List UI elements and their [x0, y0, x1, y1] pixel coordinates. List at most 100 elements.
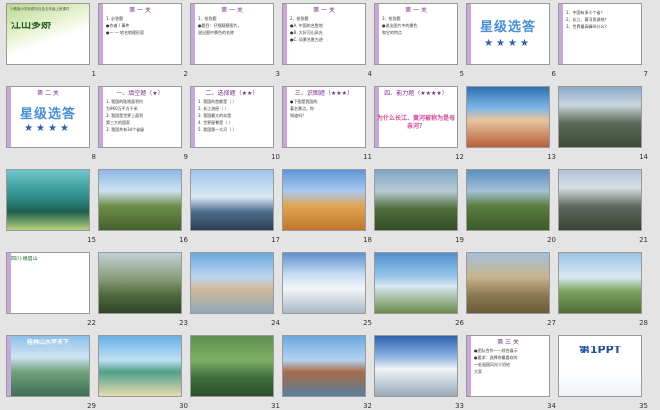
- slide-text-line: 说出图中景色的名称: [198, 30, 234, 35]
- slide-thumbnail-7[interactable]: 1、中国有多少个省？ 2、长江、黄河发源地？ 3、世界最高峰叫什么？: [558, 3, 642, 65]
- slide-number: 18: [363, 236, 372, 244]
- slide-text-line: ●要求：选择你最喜欢的: [474, 355, 518, 360]
- slide-number: 11: [363, 153, 372, 161]
- slide-number: 4: [367, 70, 372, 78]
- slide-thumbnail-26[interactable]: [374, 252, 458, 314]
- slide-thumbnail-17[interactable]: [190, 169, 274, 231]
- slide-thumbnail-8[interactable]: 第 二 关星级选答 ★★★★: [6, 86, 90, 148]
- slide-thumbnail-31[interactable]: [190, 335, 274, 397]
- slide-thumbnail-30[interactable]: [98, 335, 182, 397]
- slide-number: 30: [179, 402, 188, 410]
- slide-accent-bar: [559, 4, 563, 64]
- slide-number: 6: [551, 70, 556, 78]
- slide-thumbnail-10[interactable]: 二、选择题（★★） 1. 我国的首都是（ ） 2. 长江流经（ ） 3. 我国最大的岛…: [190, 86, 274, 148]
- slide-thumbnail-33[interactable]: [374, 335, 458, 397]
- slide-text-line: 和它的特点: [382, 30, 402, 35]
- slide-number: 16: [179, 236, 188, 244]
- slide-number: 15: [87, 236, 96, 244]
- slide-text-line: ●A. 中国的名胜地: [290, 23, 323, 28]
- slide-text-line: 3、世界最高峰叫什么？: [566, 24, 609, 29]
- slide-number: 26: [455, 319, 464, 327]
- slide-text-line: 四川·峨眉山: [11, 256, 38, 262]
- slide-number: 21: [639, 236, 648, 244]
- slide-thumbnail-6[interactable]: 星级选答 ★★★★: [466, 3, 550, 65]
- slide-thumbnail-4[interactable]: 第 一 关 2、抢答题 ●A. 中国的名胜地 ●B. 大好河山风光 ●C. 风景名胜古迹: [282, 3, 366, 65]
- slide-text-line: 著名景点，你: [290, 106, 314, 111]
- slide-text-line: 为960万平方千米: [106, 106, 138, 111]
- slide-text-line: ●下图是我国的: [290, 99, 318, 104]
- slide-thumbnail-2[interactable]: 第 一 关 1. 必答题 ●作者 / 事件 ●一 一 地名地理形容: [98, 3, 182, 65]
- slide-number: 20: [547, 236, 556, 244]
- slide-thumbnail-27[interactable]: [466, 252, 550, 314]
- slide-number: 3: [275, 70, 280, 78]
- slide-title: 第 二 关: [37, 90, 59, 97]
- slide-thumbnail-23[interactable]: [98, 252, 182, 314]
- slide-thumbnail-18[interactable]: [282, 169, 366, 231]
- slide-title: 桂林山水甲天下: [26, 339, 69, 346]
- slide-number: 19: [455, 236, 464, 244]
- slide-number: 22: [87, 319, 96, 327]
- slide-thumbnail-11[interactable]: 三、识图题（★★★） ●下图是我国的 著名景点，你 知道吗？: [282, 86, 366, 148]
- slide-thumbnail-5[interactable]: 第 一 关 3、抢答题 ●说出图片中的景色 和它的特点: [374, 3, 458, 65]
- slide-thumbnail-12[interactable]: 四、能力题（★★★★） 为什么长江、黄河被称为是母亲河？: [374, 86, 458, 148]
- slide-thumbnail-25[interactable]: [282, 252, 366, 314]
- slide-text-line: 3. 我国最大的岛是: [198, 113, 232, 118]
- slide-number: 9: [183, 153, 188, 161]
- slide-thumbnail-32[interactable]: [282, 335, 366, 397]
- slide-thumbnail-3[interactable]: 第 一 关 1、抢答题 ●题目：仔细观察图片， 说出图中景色的名称: [190, 3, 274, 65]
- slide-thumbnail-21[interactable]: [558, 169, 642, 231]
- slide-text-line: 1. 我国的首都是（ ）: [198, 99, 237, 104]
- slide-number: 33: [455, 402, 464, 410]
- slide-text-line: 一处祖国风光介绍给: [474, 362, 510, 367]
- slide-number: 34: [547, 402, 556, 410]
- slide-title: 第 一 关: [129, 7, 151, 14]
- slide-number: 13: [547, 153, 556, 161]
- slide-text-line: 2、长江、黄河发源地？: [566, 17, 609, 22]
- slide-text-line: ●作者 / 事件: [106, 23, 130, 28]
- slide-text-line: 2. 长江流经（ ）: [198, 106, 229, 111]
- star-rating-icons: ★★★★: [484, 38, 532, 49]
- slide-thumbnail-16[interactable]: [98, 169, 182, 231]
- slide-text-line: 第三大的国家: [106, 120, 130, 125]
- slide-thumbnail-19[interactable]: [374, 169, 458, 231]
- slide-number: 14: [639, 153, 648, 161]
- slide-number: 27: [547, 319, 556, 327]
- slide-thumbnail-9[interactable]: 一、填空题（★） 1. 我国的陆地面积约 为960万平方千米 2. 我国是世界上面积…: [98, 86, 182, 148]
- slide-text-line: ●一 一 地名地理形容: [106, 30, 145, 35]
- slide-title: 四、能力题（★★★★）: [384, 90, 448, 97]
- slide-text-line: ●题目：仔细观察图片，: [198, 23, 242, 28]
- slide-title: 第 一 关: [313, 7, 335, 14]
- slide-number: 35: [639, 402, 648, 410]
- slide-thumbnail-35[interactable]: 第1PPT: [558, 335, 642, 397]
- slide-thumbnail-20[interactable]: [466, 169, 550, 231]
- slide-number: 2: [183, 70, 188, 78]
- slide-text-line: ●C. 风景名胜古迹: [290, 37, 323, 42]
- slide-title: 第 一 关: [221, 7, 243, 14]
- slide-text-line: 5. 我国第一大河（ ）: [198, 127, 237, 132]
- slide-title: 第 一 关: [405, 7, 427, 14]
- slide-thumbnail-13[interactable]: [466, 86, 550, 148]
- slide-title: 二、选择题（★★）: [205, 90, 259, 97]
- slide-thumbnail-29[interactable]: 桂林山水甲天下: [6, 335, 90, 397]
- slide-text-line: 4. 世界屋脊是（ ）: [198, 120, 233, 125]
- slide-text-line: 大家: [474, 369, 482, 374]
- slide-text-line: 3. 我国共有34个省级: [106, 127, 145, 132]
- slide-thumbnail-14[interactable]: [558, 86, 642, 148]
- slide-thumbnail-15[interactable]: [6, 169, 90, 231]
- slide-text-line: 1. 我国的陆地面积约: [106, 99, 144, 104]
- slide-text-line: 2. 我国是世界上面积: [106, 113, 144, 118]
- slide-title: 江山多娇: [11, 22, 51, 29]
- slide-number: 8: [91, 153, 96, 161]
- slide-thumbnail-22[interactable]: 四川·峨眉山: [6, 252, 90, 314]
- slide-number: 1: [91, 70, 96, 78]
- slide-number: 7: [643, 70, 648, 78]
- slide-thumbnail-34[interactable]: 第 三 关 ●团队合作——综合展示 ●要求：选择你最喜欢的 一处祖国风光介绍给 大家: [466, 335, 550, 397]
- slide-thumbnail-1[interactable]: 人教版小学品德与社会五年级上册课件 江山多娇: [6, 3, 90, 65]
- slide-number: 17: [271, 236, 280, 244]
- slide-thumbnail-28[interactable]: [558, 252, 642, 314]
- slide-text-line: 3、抢答题: [382, 16, 401, 21]
- slide-number: 31: [271, 402, 280, 410]
- star-rating-icons: ★★★★: [24, 123, 72, 134]
- slide-number: 25: [363, 319, 372, 327]
- slide-thumbnail-24[interactable]: [190, 252, 274, 314]
